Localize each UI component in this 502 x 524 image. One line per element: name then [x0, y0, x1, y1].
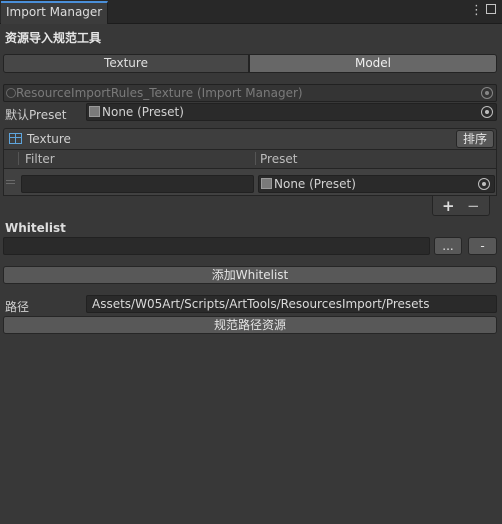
preset-icon — [261, 178, 272, 189]
kebab-menu-icon[interactable]: ⋮ — [470, 3, 486, 18]
row-preset-value: None (Preset) — [274, 177, 356, 191]
whitelist-remove-button[interactable]: - — [468, 237, 497, 255]
path-input[interactable]: Assets/W05Art/Scripts/ArtTools/Resources… — [86, 295, 497, 313]
column-header-filter: Filter — [25, 152, 55, 166]
column-divider — [18, 152, 19, 165]
column-header-row — [3, 150, 497, 168]
table-icon — [9, 133, 22, 144]
remove-row-button[interactable]: − — [467, 197, 480, 215]
path-label: 路径 — [5, 300, 30, 314]
column-divider — [255, 152, 256, 165]
default-preset-picker-icon[interactable] — [481, 106, 493, 118]
default-preset-label: 默认Preset — [5, 108, 67, 122]
script-field-value: ResourceImportRules_Texture (Import Mana… — [16, 86, 303, 100]
apply-path-button[interactable]: 规范路径资源 — [3, 316, 497, 334]
row-preset-picker-icon[interactable] — [478, 178, 490, 190]
list-header — [3, 128, 497, 150]
default-preset-field[interactable]: None (Preset) — [86, 103, 497, 121]
whitelist-browse-button[interactable]: ... — [434, 237, 462, 255]
add-whitelist-button[interactable]: 添加Whitelist — [3, 266, 497, 284]
list-title: Texture — [27, 132, 71, 146]
row-preset-field[interactable]: None (Preset) — [258, 175, 495, 193]
default-preset-value: None (Preset) — [102, 105, 184, 119]
window-tab[interactable]: Import Manager — [1, 1, 108, 24]
window-controls: ⋮ — [470, 3, 496, 18]
whitelist-label: Whitelist — [5, 221, 66, 235]
drag-handle-icon[interactable] — [6, 180, 15, 184]
column-header-preset: Preset — [260, 152, 298, 166]
list-footer — [432, 196, 490, 216]
preset-icon — [89, 106, 100, 117]
script-field: ResourceImportRules_Texture (Import Mana… — [3, 84, 497, 102]
maximize-icon[interactable] — [486, 4, 496, 14]
filter-input[interactable] — [21, 175, 254, 193]
whitelist-input[interactable] — [3, 237, 430, 255]
page-title: 资源导入规范工具 — [5, 31, 102, 45]
model-toggle-button[interactable]: Model — [249, 54, 497, 73]
sort-button[interactable]: 排序 — [456, 130, 494, 148]
script-icon — [6, 88, 16, 98]
texture-toggle-button[interactable]: Texture — [3, 54, 249, 73]
add-row-button[interactable]: + — [442, 197, 455, 215]
script-target-icon — [481, 87, 493, 99]
